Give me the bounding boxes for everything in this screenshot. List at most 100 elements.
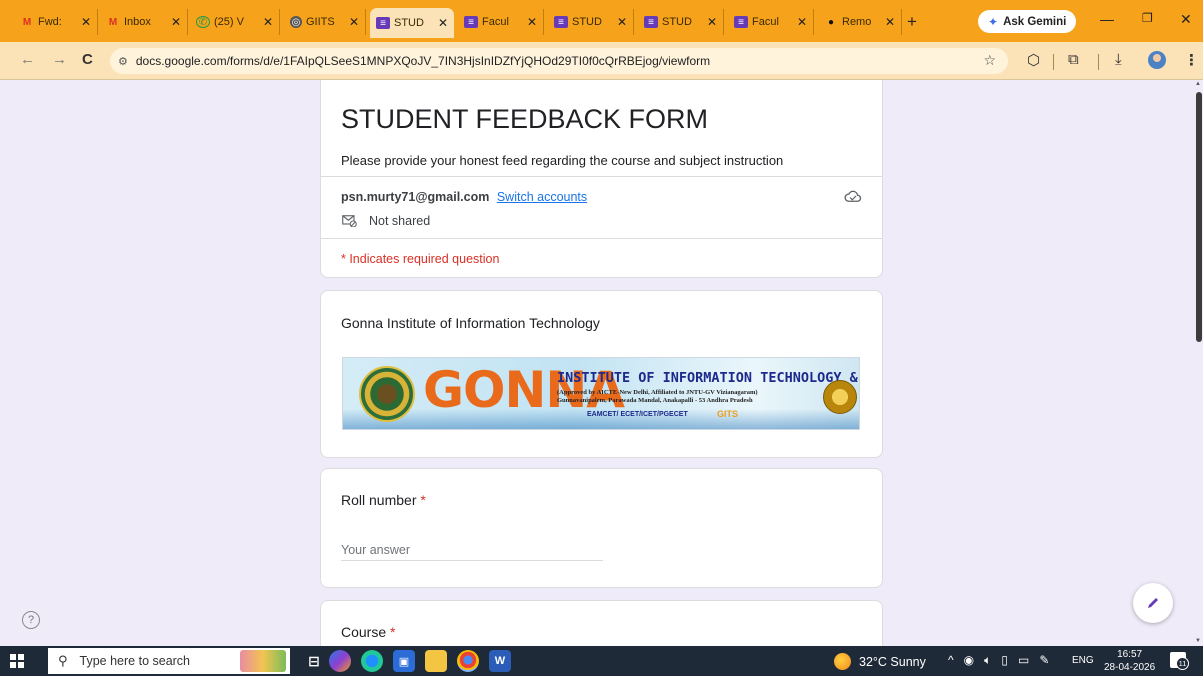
tab-title: STUD [572,16,602,28]
new-tab-button[interactable]: + [907,12,917,32]
tab-title: STUD [662,16,692,28]
profile-avatar[interactable] [1148,51,1166,69]
restore-icon[interactable]: ❐ [1142,11,1153,25]
tab-title: STUD [394,17,424,29]
weather-widget[interactable]: 32°C Sunny [834,653,926,670]
url-text: docs.google.com/forms/d/e/1FAIpQLSeeS1MN… [135,54,711,68]
edge-browser-icon[interactable] [361,650,383,672]
sun-icon [834,653,851,670]
file-explorer-icon[interactable] [425,650,447,672]
back-icon[interactable]: ← [20,51,35,68]
tab-close-icon[interactable]: ✕ [263,15,273,29]
weather-text: 32°C Sunny [859,654,926,669]
roll-number-input[interactable] [341,539,603,561]
search-highlight-icon [240,650,286,672]
reload-icon[interactable]: C [82,51,93,68]
institute-banner-image: GONNA INSTITUTE OF INFORMATION TECHNOLOG… [342,357,860,430]
edit-pencil-button[interactable] [1133,583,1173,623]
toolbar-divider [1098,54,1099,70]
question-title: Course [341,624,387,640]
banner-address-line: Gunnavanipalem, Parawada Mandal, Anakapa… [557,397,753,404]
close-window-icon[interactable]: ✕ [1180,11,1192,28]
tab-close-icon[interactable]: ✕ [81,15,91,29]
store-icon[interactable]: ▣ [393,650,415,672]
bookmark-star-icon[interactable]: ☆ [983,52,996,69]
not-shared-icon [342,215,357,227]
scrollbar-thumb[interactable] [1196,92,1202,342]
ask-gemini-label: Ask Gemini [1003,15,1067,28]
banner-institute-name: INSTITUTE OF INFORMATION TECHNOLOGY & SC… [557,370,859,386]
tab-fwd[interactable]: M Fwd: ✕ [14,9,98,35]
tab-close-icon[interactable]: ✕ [438,16,448,30]
college-emblem-icon [359,366,415,422]
tab-close-icon[interactable]: ✕ [527,15,537,29]
network-icon[interactable]: ▭ [1018,653,1029,667]
more-menu-icon[interactable]: ⋮ [1184,51,1199,69]
task-view-icon[interactable]: ⊟ [303,650,325,672]
tab-faculty[interactable]: ≡ Facul ✕ [728,9,814,35]
form-page: STUDENT FEEDBACK FORM Please provide you… [0,80,1203,646]
record-icon[interactable]: ◉ [964,653,974,667]
divider [321,176,882,177]
google-forms-icon: ≡ [554,16,568,28]
tab-student[interactable]: ≡ STUD ✕ [638,9,724,35]
scroll-down-icon[interactable]: ▼ [1195,638,1201,644]
tab-student-active[interactable]: ≡ STUD ✕ [370,8,454,38]
institute-card: Gonna Institute of Information Technolog… [320,290,883,458]
pencil-icon [1148,598,1158,608]
language-indicator[interactable]: ENG [1072,655,1094,666]
tab-title: GIITS [306,16,335,28]
question-card-roll-number: Roll number * [320,468,883,588]
scroll-up-icon[interactable]: ▲ [1195,81,1201,87]
not-shared-label: Not shared [369,214,431,228]
banner-code-text: GITS [717,409,739,419]
download-icon[interactable]: ⤓ [1115,51,1122,68]
tab-title: Inbox [124,16,151,28]
battery-icon[interactable]: ▯ [1001,653,1008,667]
banner-approval-text: (Approved by AICTE-New Delhi, Affiliated… [557,389,758,405]
word-icon[interactable]: W [489,650,511,672]
tab-faculty[interactable]: ≡ Facul ✕ [458,9,544,35]
switch-accounts-link[interactable]: Switch accounts [497,190,587,204]
copilot-icon[interactable] [329,650,351,672]
windows-start-icon[interactable] [10,654,24,668]
browser-tab-strip: M Fwd: ✕ M Inbox ✕ ✆ (25) V ✕ ◎ GIITS ✕ … [0,0,1203,42]
site-info-icon[interactable]: ⚙ [118,55,128,68]
help-icon[interactable]: ? [22,611,40,629]
windows-taskbar: ⚲ Type here to search ⊟ ▣ W 32°C Sunny ^… [0,646,1203,676]
taskbar-search-box[interactable]: ⚲ Type here to search [48,648,290,674]
tab-giits[interactable]: ◎ GIITS ✕ [284,9,366,35]
forward-icon[interactable]: → [52,51,67,68]
tab-close-icon[interactable]: ✕ [797,15,807,29]
required-asterisk: * [420,492,426,508]
institute-label: Gonna Institute of Information Technolog… [341,315,600,331]
pen-icon[interactable]: ✎ [1039,653,1049,667]
tab-title: Fwd: [38,16,62,28]
tab-student[interactable]: ≡ STUD ✕ [548,9,634,35]
google-forms-icon: ≡ [644,16,658,28]
tab-remote[interactable]: ● Remo ✕ [818,9,902,35]
tab-close-icon[interactable]: ✕ [885,15,895,29]
tab-close-icon[interactable]: ✕ [171,15,181,29]
ask-gemini-button[interactable]: ✦ Ask Gemini [978,10,1077,33]
whatsapp-icon: ✆ [196,16,210,28]
tab-title: Facul [482,16,509,28]
chevron-up-icon[interactable]: ^ [948,653,954,667]
tab-search-icon[interactable]: ⧉ [1068,51,1079,68]
form-header-card: STUDENT FEEDBACK FORM Please provide you… [320,80,883,278]
speaker-icon[interactable]: 🔈︎ [984,653,991,667]
tab-inbox[interactable]: M Inbox ✕ [100,9,188,35]
clock-date: 28-04-2026 [1104,662,1156,673]
tab-whatsapp[interactable]: ✆ (25) V ✕ [190,9,280,35]
minimize-icon[interactable]: — [1100,11,1114,27]
address-bar[interactable]: ⚙ docs.google.com/forms/d/e/1FAIpQLSeeS1… [110,48,1008,74]
notification-center-icon[interactable]: 11 [1170,652,1189,670]
extensions-icon[interactable]: ⬡ [1027,51,1040,69]
gmail-icon: M [22,16,32,28]
chrome-icon[interactable] [457,650,479,672]
tab-close-icon[interactable]: ✕ [707,15,717,29]
tab-close-icon[interactable]: ✕ [617,15,627,29]
tab-close-icon[interactable]: ✕ [349,15,359,29]
taskbar-clock[interactable]: 16:57 28-04-2026 [1104,648,1155,674]
banner-approval-line: (Approved by AICTE-New Delhi, Affiliated… [557,389,758,396]
